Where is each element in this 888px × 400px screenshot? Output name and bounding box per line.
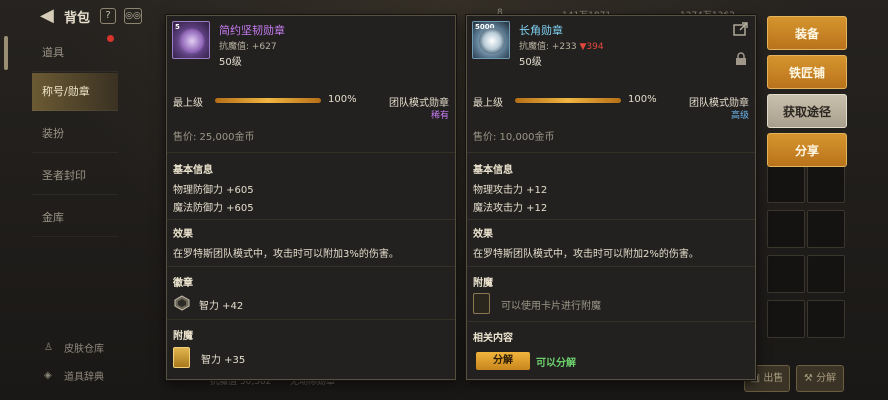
resist-label: 抗魔值: +233 <box>519 42 580 52</box>
sidebar-item-items[interactable]: 道具 <box>32 34 118 72</box>
related-title: 相关内容 <box>473 333 513 344</box>
blacksmith-button[interactable]: 铁匠铺 <box>767 55 847 89</box>
resist-change: ▼394 <box>579 42 604 52</box>
level-requirement: 50级 <box>519 57 542 68</box>
divider <box>467 219 755 220</box>
upgrade-percent: 100% <box>628 94 657 105</box>
sidebar-item-outfits[interactable]: 装扮 <box>32 115 118 153</box>
medal-emblem-icon <box>479 28 505 54</box>
sidebar-item-label: 称号/勋章 <box>42 85 90 98</box>
emblem-stat: 智力 +42 <box>199 301 244 312</box>
inventory-slot[interactable] <box>767 300 805 338</box>
item-tooltip-left: 5 简约坚韧勋章 抗魔值: +627 50级 最上级 100% 团队模式勋章 稀… <box>166 15 456 380</box>
sidebar-item-titles-medals[interactable]: 称号/勋章 <box>32 73 118 111</box>
item-tooltip-right: 5000 长角勋章 抗魔值: +233 ▼394 50级 最上级 100% 团队… <box>466 15 756 380</box>
item-name: 长角勋章 <box>519 24 563 37</box>
upgrade-progress-bar <box>215 98 321 103</box>
resist-value: 抗魔值: +233 ▼394 <box>519 39 604 52</box>
sidebar-scroll-indicator <box>4 36 8 70</box>
stat-line: 魔法攻击力 +12 <box>473 203 548 214</box>
item-type: 团队模式勋章 <box>389 98 449 109</box>
inventory-slot[interactable] <box>767 210 805 248</box>
sidebar-item-label: 金库 <box>42 211 64 224</box>
decompose-button[interactable]: ⚒ 分解 <box>796 365 844 392</box>
hanger-icon: ♙ <box>44 342 53 353</box>
back-arrow-icon[interactable]: ◀ <box>40 5 54 26</box>
share-link-icon[interactable] <box>733 22 749 36</box>
effect-text: 在罗特斯团队模式中，攻击时可以附加3%的伤害。 <box>173 249 399 260</box>
medal-item-icon: 5000 <box>472 21 510 59</box>
shield-gem-icon <box>174 295 190 311</box>
inventory-slot[interactable] <box>767 165 805 203</box>
sell-label: 出售 <box>763 373 784 384</box>
item-name: 简约坚韧勋章 <box>219 24 285 37</box>
sell-price: 售价: 25,000金币 <box>173 132 255 143</box>
upgrade-percent: 100% <box>328 94 357 105</box>
upgrade-progress-bar <box>515 98 621 103</box>
emblem-title: 徽章 <box>173 278 193 289</box>
notification-dot <box>107 35 114 42</box>
sidebar-item-label: 圣者封印 <box>42 169 86 182</box>
divider <box>467 321 755 322</box>
sidebar-item-label: 装扮 <box>42 127 64 140</box>
upgrade-level-label: 最上级 <box>473 98 503 109</box>
sidebar-item-vault[interactable]: 金库 <box>32 199 118 237</box>
medal-item-icon: 5 <box>172 21 210 59</box>
sell-price: 售价: 10,000金币 <box>473 132 555 143</box>
upgrade-level-row: 最上级 100% 团队模式勋章 <box>473 94 749 109</box>
enchant-hint: 可以使用卡片进行附魔 <box>501 301 601 312</box>
divider <box>467 152 755 153</box>
decompose-item-button[interactable]: 分解 <box>476 352 530 370</box>
effect-title: 效果 <box>173 229 193 240</box>
inventory-slot[interactable] <box>807 165 845 203</box>
icon-tag: 5 <box>175 23 180 31</box>
upgrade-level-row: 最上级 100% 团队模式勋章 <box>173 94 449 109</box>
equip-button[interactable]: 装备 <box>767 16 847 50</box>
stat-line: 物理防御力 +605 <box>173 185 254 196</box>
empty-card-slot-icon[interactable] <box>473 293 490 314</box>
hammer-icon: ⚒ <box>803 373 817 384</box>
inventory-slot[interactable] <box>807 255 845 293</box>
enchant-title: 附魔 <box>473 278 493 289</box>
skin-storage-label: 皮肤仓库 <box>64 344 104 355</box>
sidebar-item-label: 道具 <box>42 46 64 59</box>
divider <box>167 266 455 267</box>
stat-line: 魔法防御力 +605 <box>173 203 254 214</box>
divider <box>167 319 455 320</box>
inventory-slot[interactable] <box>767 255 805 293</box>
decompose-label: 分解 <box>816 373 837 384</box>
inventory-slot[interactable] <box>807 300 845 338</box>
sidebar-item-seals[interactable]: 圣者封印 <box>32 157 118 195</box>
rarity-label: 高级 <box>730 111 749 121</box>
rarity-label: 稀有 <box>430 111 449 121</box>
effect-title: 效果 <box>473 229 493 240</box>
resist-value: 抗魔值: +627 <box>219 42 277 52</box>
divider <box>167 219 455 220</box>
help-button[interactable]: ? <box>100 8 116 24</box>
skin-storage-link[interactable]: ♙ 皮肤仓库 <box>44 340 104 356</box>
divider <box>467 266 755 267</box>
divider <box>167 152 455 153</box>
stat-line: 物理攻击力 +12 <box>473 185 548 196</box>
enchant-stat: 智力 +35 <box>201 355 246 366</box>
item-dictionary-link[interactable]: ◈ 道具辞典 <box>44 368 104 384</box>
lock-icon[interactable] <box>733 52 749 66</box>
medal-emblem-icon <box>179 28 205 54</box>
enchant-title: 附魔 <box>173 331 193 342</box>
level-requirement: 50级 <box>219 57 242 68</box>
upgrade-level-label: 最上级 <box>173 98 203 109</box>
effect-text: 在罗特斯团队模式中，攻击时可以附加2%的伤害。 <box>473 249 699 260</box>
book-icon: ◈ <box>44 370 52 381</box>
obtain-source-button[interactable]: 获取途径 <box>767 94 847 128</box>
share-button[interactable]: 分享 <box>767 133 847 167</box>
basic-info-title: 基本信息 <box>173 165 213 176</box>
decompose-status: 可以分解 <box>536 358 576 369</box>
view-mode-icon[interactable]: ◎◎ <box>124 8 142 24</box>
basic-info-title: 基本信息 <box>473 165 513 176</box>
item-type: 团队模式勋章 <box>689 98 749 109</box>
enchant-card-icon <box>173 347 190 368</box>
page-title: 背包 <box>64 11 91 26</box>
inventory-slot[interactable] <box>807 210 845 248</box>
item-dictionary-label: 道具辞典 <box>64 372 104 383</box>
